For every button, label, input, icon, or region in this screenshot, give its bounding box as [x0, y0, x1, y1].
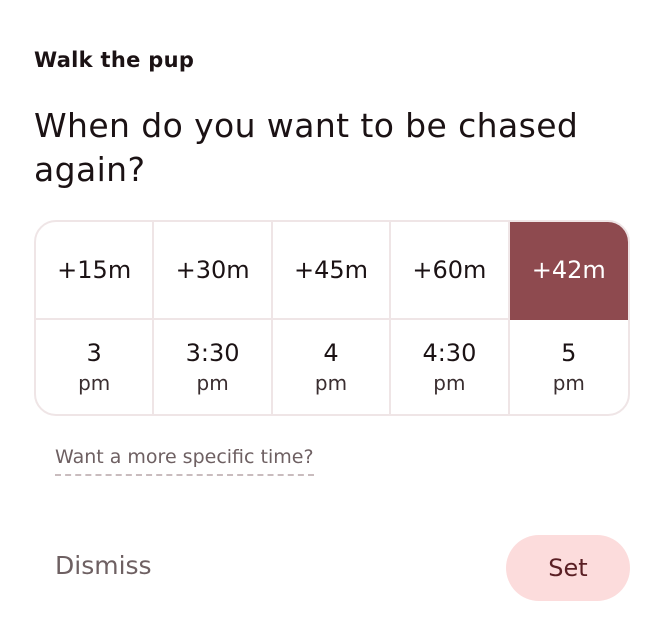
- offset-option-15m[interactable]: +15m: [36, 222, 155, 320]
- question-heading: When do you want to be chased again?: [34, 106, 579, 189]
- time-option-value: 4:30: [422, 339, 477, 367]
- dismiss-button[interactable]: Dismiss: [55, 551, 152, 580]
- time-option-period: pm: [196, 371, 229, 395]
- specific-time-link[interactable]: Want a more specific time?: [55, 446, 314, 476]
- offset-option-30m[interactable]: +30m: [154, 222, 273, 320]
- time-option-3pm[interactable]: 3 pm: [36, 320, 155, 414]
- offset-option-45m[interactable]: +45m: [272, 222, 392, 320]
- time-option-value: 3: [86, 339, 102, 367]
- offset-option-60m[interactable]: +60m: [391, 222, 510, 320]
- time-option-value: 4: [323, 339, 339, 367]
- time-option-330pm[interactable]: 3:30 pm: [154, 320, 273, 414]
- offset-option-42m[interactable]: +42m: [509, 222, 628, 320]
- time-option-value: 3:30: [185, 339, 240, 367]
- time-options-grid: +15m +30m +45m +60m +42m 3 pm 3:30 pm 4 …: [34, 220, 630, 416]
- set-button[interactable]: Set: [506, 535, 630, 601]
- time-option-period: pm: [552, 371, 585, 395]
- time-option-period: pm: [433, 371, 466, 395]
- time-option-period: pm: [78, 371, 111, 395]
- time-option-430pm[interactable]: 4:30 pm: [391, 320, 510, 414]
- task-title: Walk the pup: [34, 48, 195, 72]
- time-option-5pm[interactable]: 5 pm: [510, 320, 628, 414]
- time-option-4pm[interactable]: 4 pm: [273, 320, 392, 414]
- time-option-value: 5: [561, 339, 577, 367]
- time-option-period: pm: [314, 371, 348, 395]
